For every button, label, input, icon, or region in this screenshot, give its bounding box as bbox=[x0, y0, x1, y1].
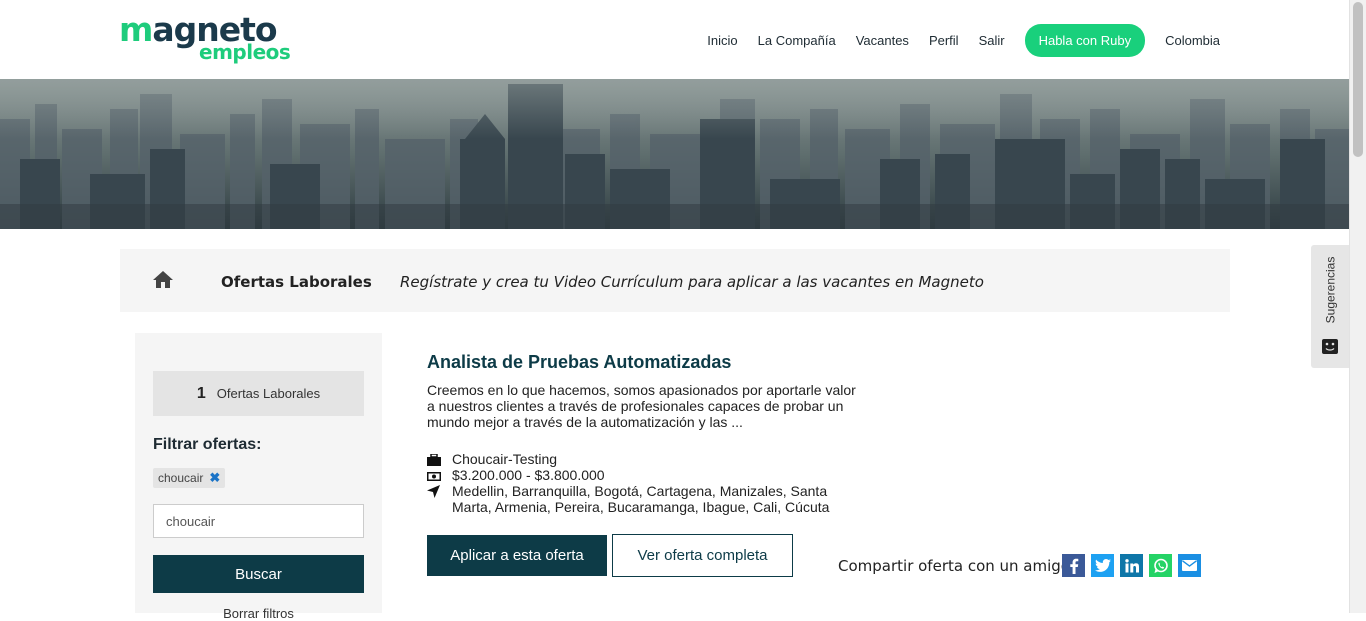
job-locations: Medellin, Barranquilla, Bogotá, Cartagen… bbox=[452, 483, 830, 515]
keyword-search-input[interactable] bbox=[153, 504, 364, 538]
city-skyline-illustration bbox=[0, 79, 1350, 229]
whatsapp-icon[interactable] bbox=[1149, 554, 1172, 577]
remove-filter-icon[interactable]: ✖ bbox=[209, 470, 220, 486]
results-count-label: Ofertas Laborales bbox=[216, 386, 321, 401]
site-header: magneto empleos Inicio La Compañía Vacan… bbox=[0, 0, 1350, 79]
search-button[interactable]: Buscar bbox=[153, 555, 364, 593]
job-title[interactable]: Analista de Pruebas Automatizadas bbox=[427, 352, 731, 373]
job-description: Creemos en lo que hacemos, somos apasion… bbox=[427, 382, 856, 430]
email-icon[interactable] bbox=[1178, 554, 1201, 577]
nav-perfil[interactable]: Perfil bbox=[929, 33, 959, 48]
logo-sub-text: empleos bbox=[199, 40, 291, 64]
location-arrow-icon bbox=[427, 483, 452, 515]
job-location-row: Medellin, Barranquilla, Bogotá, Cartagen… bbox=[427, 483, 842, 515]
view-offer-button[interactable]: Ver oferta completa bbox=[612, 534, 793, 577]
habla-con-ruby-button[interactable]: Habla con Ruby bbox=[1024, 23, 1146, 57]
nav-vacantes[interactable]: Vacantes bbox=[856, 33, 909, 48]
suggestions-label-wrap: Sugerencias bbox=[1311, 245, 1349, 335]
suggestions-tab[interactable]: Sugerencias bbox=[1311, 245, 1349, 368]
main-nav: Inicio La Compañía Vacantes Perfil Salir… bbox=[687, 23, 1220, 57]
filter-chip-label: choucair bbox=[158, 471, 204, 485]
twitter-icon[interactable] bbox=[1091, 554, 1114, 577]
share-icons bbox=[1062, 554, 1207, 577]
filter-title: Filtrar ofertas: bbox=[153, 436, 262, 453]
results-count-box: 1 Ofertas Laborales bbox=[153, 371, 364, 416]
scrollbar-thumb[interactable] bbox=[1353, 2, 1363, 157]
share-label: Compartir oferta con un amigo bbox=[838, 557, 1070, 575]
nav-inicio[interactable]: Inicio bbox=[707, 33, 737, 48]
suggestions-label: Sugerencias bbox=[1323, 256, 1337, 324]
nav-la-compania[interactable]: La Compañía bbox=[758, 33, 836, 48]
smile-box-icon bbox=[1322, 339, 1338, 359]
home-icon[interactable] bbox=[153, 271, 173, 293]
register-promo-text: Regístrate y crea tu Video Currículum pa… bbox=[400, 273, 984, 291]
page-scrollbar[interactable] bbox=[1349, 0, 1366, 613]
clear-filters-link[interactable]: Borrar filtros bbox=[135, 606, 382, 621]
hero-banner-image bbox=[0, 79, 1350, 229]
filters-sidebar: 1 Ofertas Laborales Filtrar ofertas: cho… bbox=[135, 333, 382, 621]
results-count: 1 bbox=[196, 384, 206, 402]
country-selector[interactable]: Colombia bbox=[1165, 33, 1220, 48]
breadcrumb-bar: Ofertas Laborales Regístrate y crea tu V… bbox=[120, 249, 1230, 312]
magneto-logo[interactable]: magneto empleos bbox=[119, 12, 291, 68]
apply-button[interactable]: Aplicar a esta oferta bbox=[427, 535, 607, 576]
filter-chip: choucair ✖ bbox=[153, 468, 226, 488]
linkedin-icon[interactable] bbox=[1120, 554, 1143, 577]
nav-salir[interactable]: Salir bbox=[979, 33, 1005, 48]
facebook-icon[interactable] bbox=[1062, 554, 1085, 577]
breadcrumb-title[interactable]: Ofertas Laborales bbox=[221, 273, 372, 291]
